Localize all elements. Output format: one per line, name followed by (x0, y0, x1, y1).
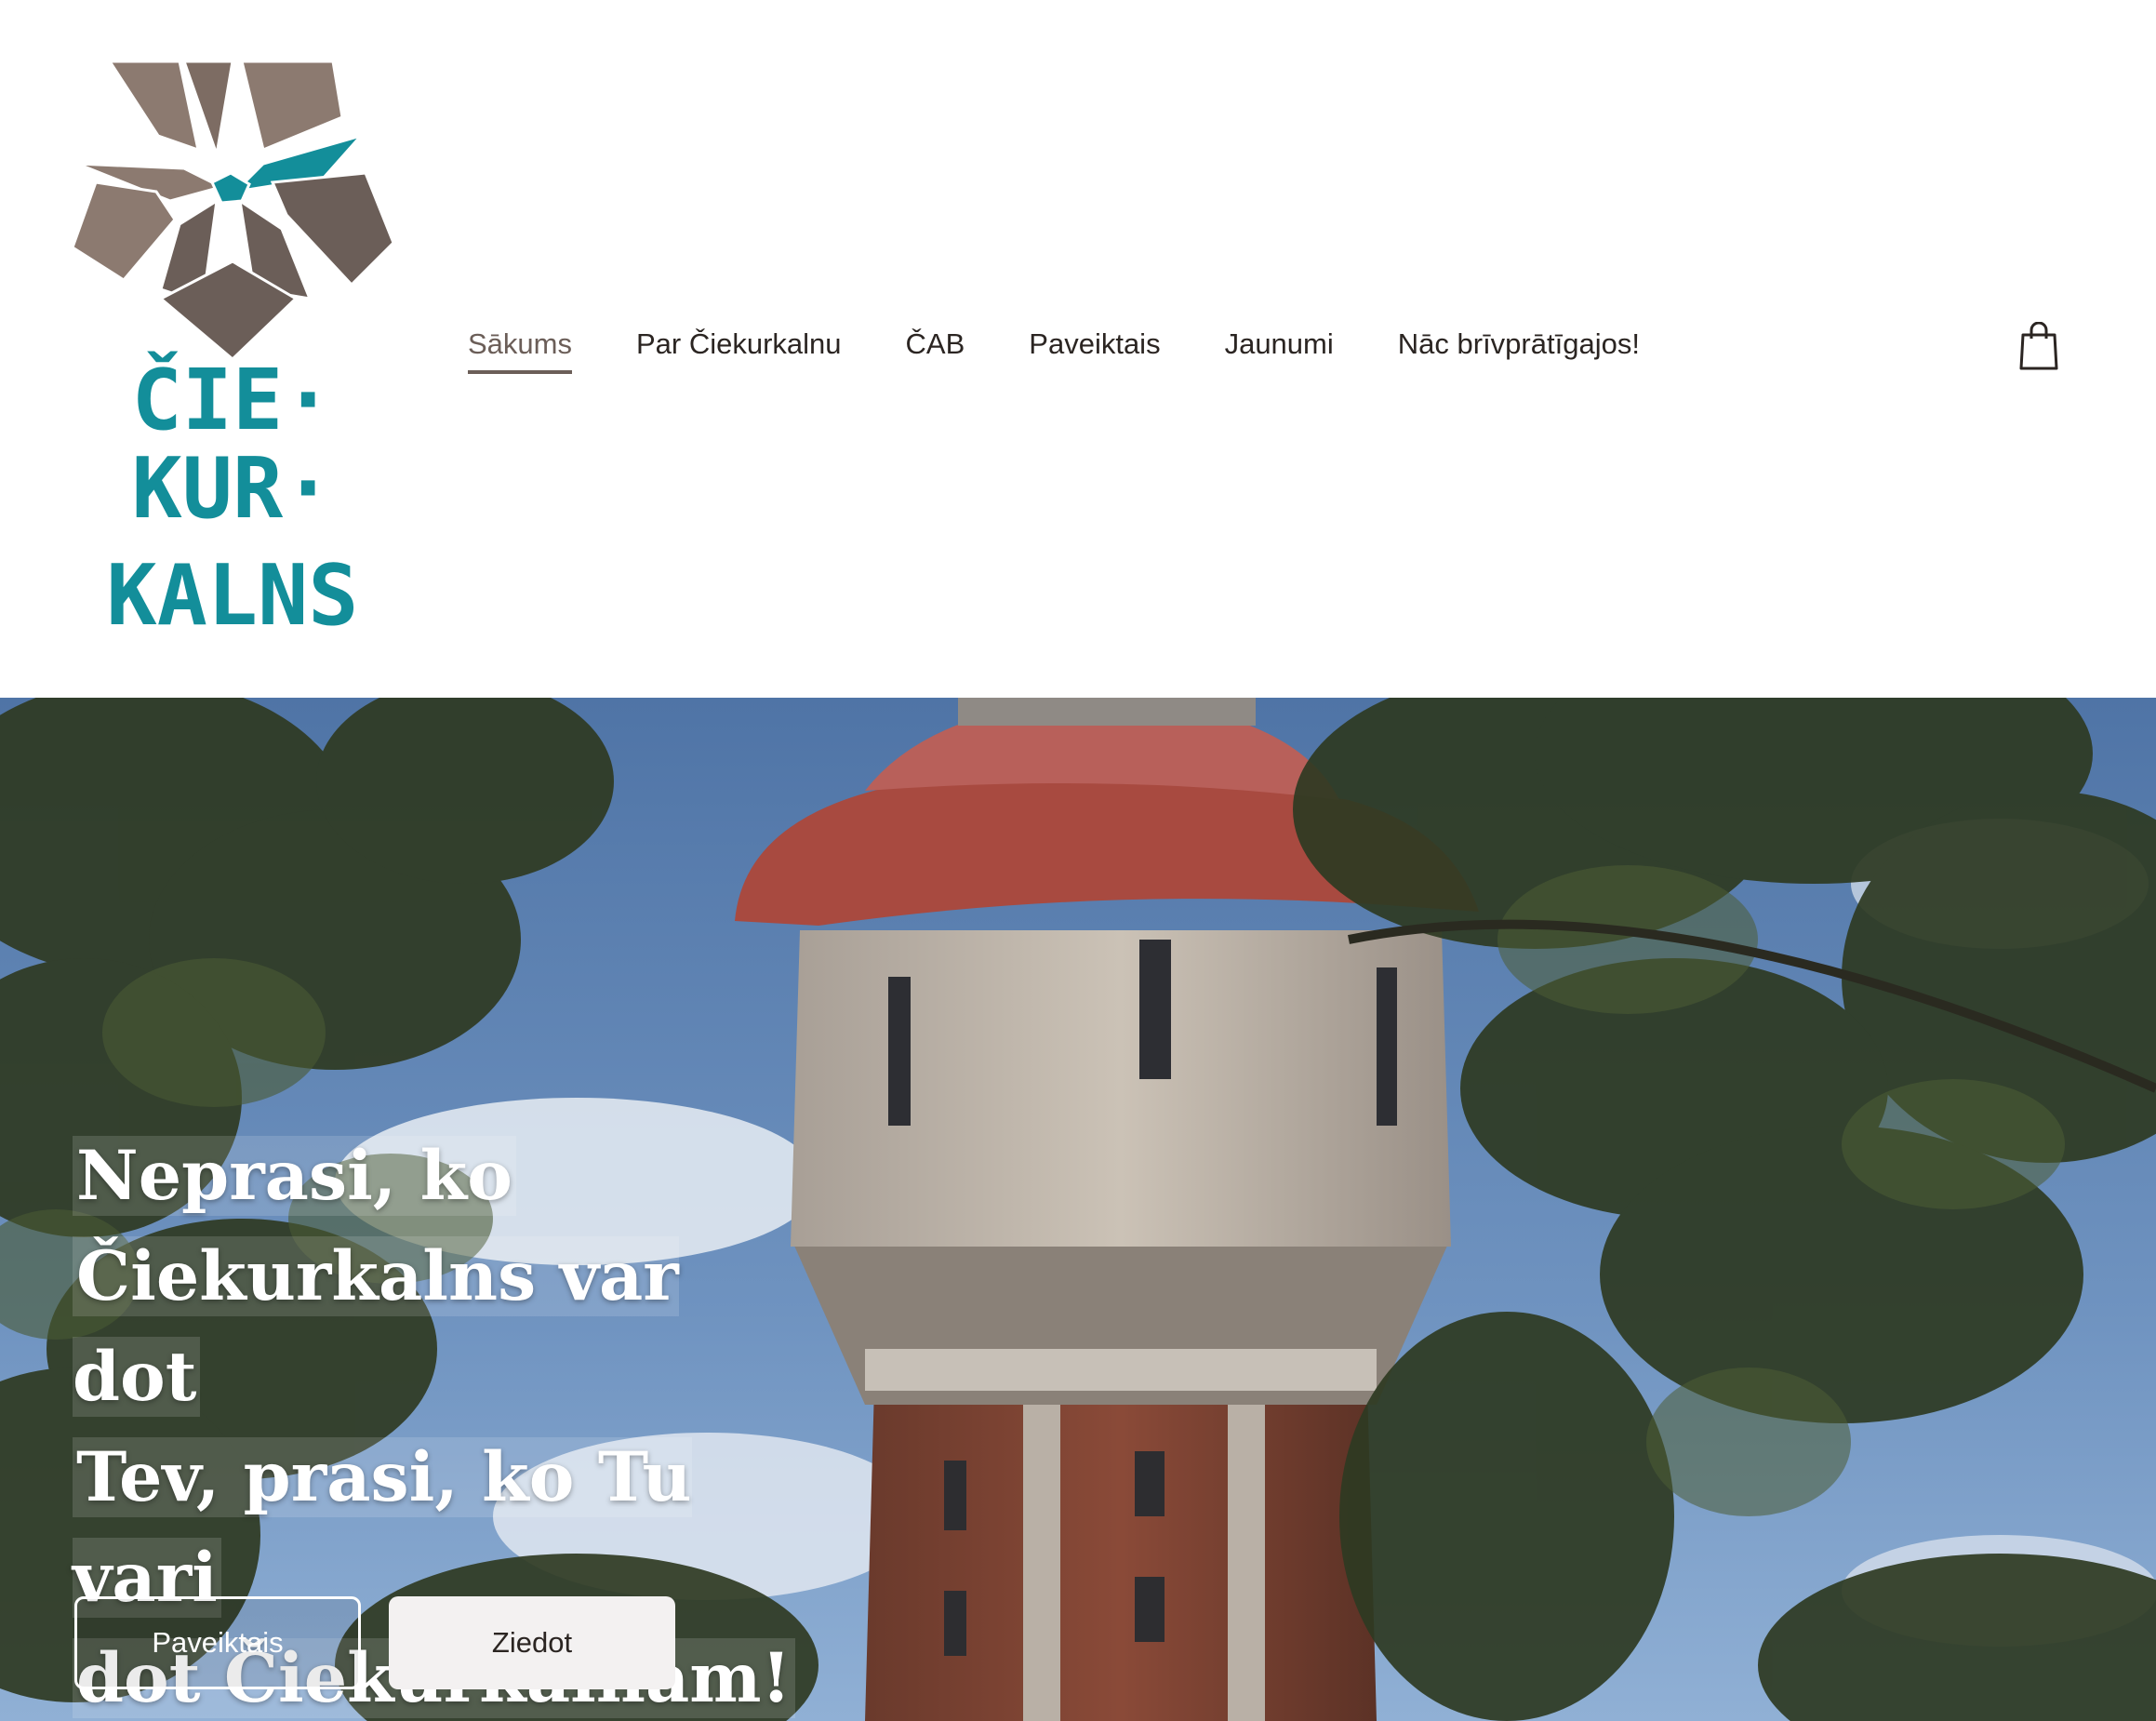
nav-item-jaunumi[interactable]: Jaunumi (1225, 327, 1334, 370)
logo[interactable]: ČIE· KUR· KALNS (73, 61, 393, 629)
hero-title-line-1: Neprasi, ko (73, 1136, 516, 1216)
svg-text:KALNS: KALNS (107, 547, 359, 629)
main-nav: Sākums Par Čiekurkalnu ČAB Paveiktais Ja… (468, 327, 1704, 374)
paveiktais-button[interactable]: Paveiktais (74, 1596, 361, 1689)
nav-item-cab[interactable]: ČAB (906, 327, 965, 370)
shopping-bag-icon (2019, 321, 2058, 370)
nav-item-sakums[interactable]: Sākums (468, 327, 572, 374)
logo-emblem: ČIE· KUR· KALNS (73, 61, 393, 629)
hero-title-line-2: Čiekurkalns var dot (73, 1236, 679, 1417)
hero-title-line-3: Tev, prasi, ko Tu vari (73, 1437, 692, 1618)
svg-text:KUR·: KUR· (132, 440, 334, 538)
hero-section: Neprasi, ko Čiekurkalns var dot Tev, pra… (0, 698, 2156, 1721)
cart-button[interactable] (2018, 321, 2059, 372)
site-header: ČIE· KUR· KALNS Sākums Par Čiekurkalnu Č… (0, 0, 2156, 698)
nav-item-nac-brivpratigajos[interactable]: Nāc brīvprātīgajos! (1398, 327, 1640, 370)
svg-text:ČIE·: ČIE· (132, 350, 334, 449)
logo-star (73, 61, 393, 362)
ziedot-button[interactable]: Ziedot (389, 1596, 675, 1689)
logo-wordmark: ČIE· KUR· KALNS (107, 350, 359, 629)
nav-item-par-ciekurkalnu[interactable]: Par Čiekurkalnu (636, 327, 842, 370)
nav-item-paveiktais[interactable]: Paveiktais (1029, 327, 1160, 370)
